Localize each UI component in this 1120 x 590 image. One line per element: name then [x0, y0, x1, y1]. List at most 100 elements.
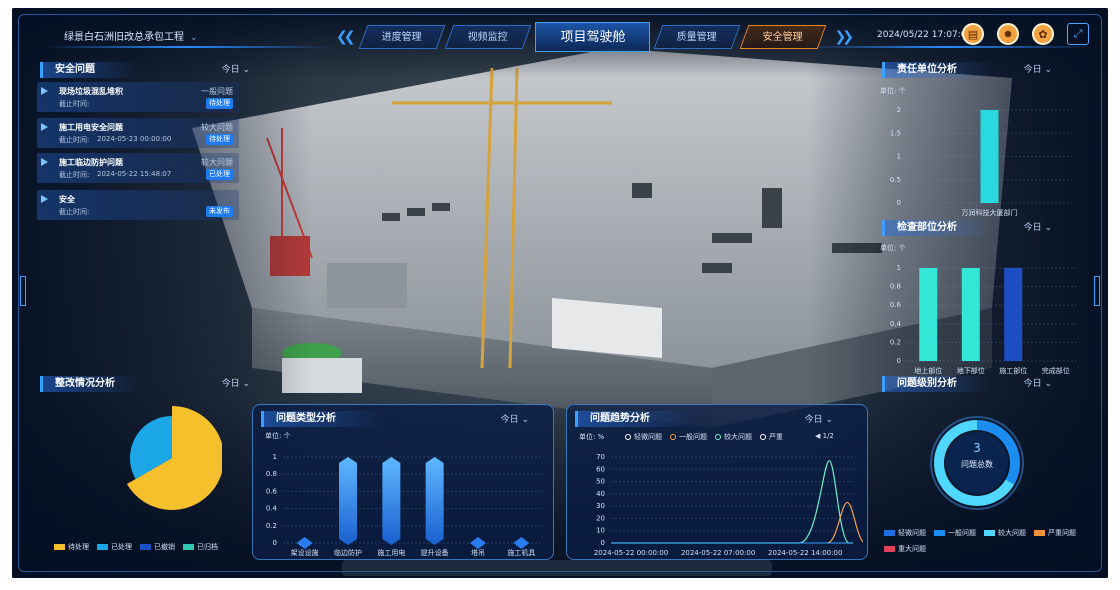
main-nav-tabs: ❮❮ 进度管理 视频监控 项目驾驶舱 质量管理 安全管理 ❯❯ — [328, 22, 858, 52]
issue-deadline-value: 2024-05-23 00:00:00 — [97, 135, 172, 143]
tab-video[interactable]: 视频监控 — [445, 25, 532, 49]
bar — [980, 110, 999, 203]
y-tick-label: 0.2 — [890, 338, 901, 346]
safety-issues-title: 安全问题 今日 ⌄ — [40, 62, 250, 78]
responsible-unit-bar-chart: 0 0.5 1 1.5 2 万润科技大厦部门 — [890, 106, 1072, 217]
y-tick-label: 1 — [897, 264, 901, 272]
legend-swatch — [934, 530, 945, 536]
legend-swatch — [760, 434, 766, 440]
y-tick-label: 0.8 — [890, 283, 901, 291]
issue-deadline-label: 截止时间: — [59, 171, 90, 179]
legend-item: 轻微问题 — [884, 528, 926, 538]
bar — [382, 457, 401, 545]
tab-safety[interactable]: 安全管理 — [740, 25, 827, 49]
x-tick-label: 2024-05-22 00:00:00 — [594, 549, 668, 557]
tab-quality[interactable]: 质量管理 — [654, 25, 741, 49]
gear-icon[interactable]: ✹ — [997, 23, 1019, 45]
x-tick-label: 施工用电 — [377, 548, 405, 557]
legend-item: 一般问题 — [934, 528, 976, 538]
issue-deadline-value: 2024-05-22 15:48:07 — [97, 170, 172, 178]
issue-status-badge: 待处理 — [206, 134, 233, 145]
x-tick-label: 架设设施 — [291, 548, 319, 557]
nav-prev-icon[interactable]: ❮❮ — [336, 29, 356, 45]
trend-analysis-filter[interactable]: 今日 ⌄ — [805, 412, 833, 425]
y-tick-label: 0 — [897, 199, 901, 207]
legend-item: 重大问题 — [884, 544, 926, 554]
legend-label: 已归档 — [197, 543, 218, 551]
x-tick-label: 2024-05-22 14:00:00 — [768, 549, 842, 557]
legend-swatch — [54, 544, 65, 550]
y-tick-label: 0.4 — [890, 320, 902, 328]
legend-label: 已处理 — [111, 543, 132, 551]
rectify-filter[interactable]: 今日 ⌄ — [222, 376, 250, 392]
y-tick-label: 0 — [601, 539, 605, 547]
safety-issue-item[interactable]: 安全 截止时间: 未发布 — [37, 190, 239, 220]
y-tick-label: 1 — [897, 153, 901, 161]
printer-icon[interactable]: ▤ — [962, 23, 984, 45]
tab-progress[interactable]: 进度管理 — [359, 25, 446, 49]
issue-level: 较大问题 — [201, 158, 233, 167]
level-analysis-filter[interactable]: 今日 ⌄ — [1024, 376, 1052, 392]
x-tick-label: 地上部位 — [914, 366, 942, 375]
issue-level: 一般问题 — [201, 87, 233, 96]
legend-label: 待处理 — [68, 543, 89, 551]
bar — [961, 268, 980, 361]
type-analysis-bar-chart: 0 0.2 0.4 0.6 0.8 1 架设设施 临边防护 施工用电 提升设备 塔吊 施工机具 — [266, 453, 543, 557]
y-tick-label: 1 — [273, 453, 277, 461]
legend-swatch — [97, 544, 108, 550]
level-legend: 轻微问题 一般问题 较大问题 严重问题 重大问题 — [884, 528, 1104, 554]
settings-icon[interactable]: ✿ — [1032, 23, 1054, 45]
y-tick-label: 0.8 — [266, 470, 277, 478]
issue-name: 施工用电安全问题 — [59, 123, 123, 132]
issue-deadline-label: 截止时间: — [59, 136, 90, 144]
issue-name: 安全 — [59, 195, 75, 204]
right-edge-handle[interactable] — [1094, 276, 1100, 306]
fullscreen-icon[interactable]: ⤢ — [1067, 23, 1089, 45]
nav-next-icon[interactable]: ❯❯ — [834, 29, 854, 45]
level-total-label: 问题总数 — [961, 460, 993, 469]
safety-issue-item[interactable]: 施工用电安全问题 较大问题 截止时间: 2024-05-23 00:00:00 待处理 — [37, 118, 239, 148]
bullet-icon — [41, 87, 48, 95]
header-left-line — [42, 46, 332, 48]
safety-issue-item[interactable]: 现场垃圾混乱堆积 一般问题 截止时间: 待处理 — [37, 82, 239, 112]
tab-cockpit[interactable]: 项目驾驶舱 — [535, 22, 651, 52]
y-tick-label: 0.6 — [890, 301, 902, 309]
type-analysis-filter[interactable]: 今日 ⌄ — [501, 412, 529, 425]
bar — [425, 457, 444, 545]
type-analysis-title: 问题类型分析 — [261, 411, 381, 427]
project-name: 绿景白石洲旧改总承包工程 — [64, 32, 184, 43]
trend-legend-pager[interactable]: ◀ 1/2 — [815, 432, 834, 440]
bar — [470, 537, 486, 549]
trend-line-chart: 0 10 20 30 40 50 60 70 2024-05-22 00:00:00 2024-0… — [594, 453, 863, 557]
rectify-pie-chart — [126, 406, 222, 510]
x-tick-label: 提升设备 — [421, 548, 449, 557]
bullet-icon — [41, 195, 48, 203]
legend-item: 已撤销 — [140, 542, 175, 552]
bullet-icon — [41, 158, 48, 166]
y-tick-label: 70 — [596, 453, 605, 461]
legend-label: 一般问题 — [948, 529, 976, 537]
inspect-part-filter[interactable]: 今日 ⌄ — [1024, 220, 1052, 236]
x-tick-label: 施工部位 — [999, 366, 1027, 375]
safety-issues-filter[interactable]: 今日 ⌄ — [222, 62, 250, 78]
y-tick-label: 50 — [596, 478, 605, 486]
bar — [513, 537, 530, 549]
left-edge-handle[interactable] — [20, 276, 26, 306]
y-tick-label: 0 — [273, 539, 277, 547]
safety-issue-item[interactable]: 施工临边防护问题 较大问题 截止时间: 2024-05-22 15:48:07 已处理 — [37, 153, 239, 183]
x-tick-label: 万润科技大厦部门 — [962, 208, 1018, 217]
scene-toolbar[interactable] — [342, 560, 772, 576]
current-datetime: 2024/05/22 17:07:09 — [877, 30, 973, 40]
legend-swatch — [984, 530, 995, 536]
x-tick-label: 临边防护 — [334, 548, 362, 557]
x-tick-label: 2024-05-22 07:00:00 — [681, 549, 755, 557]
responsible-unit-filter[interactable]: 今日 ⌄ — [1024, 62, 1052, 78]
issue-deadline-label: 截止时间: — [59, 100, 90, 108]
bar — [296, 537, 313, 549]
legend-label: 重大问题 — [898, 545, 926, 553]
type-analysis-card: 问题类型分析 今日 ⌄ 单位: 个 0 0.2 0.4 0.6 0.8 1 架设设施 临边防护… — [252, 404, 554, 560]
legend-item: 严重问题 — [1034, 528, 1076, 538]
y-tick-label: 10 — [596, 527, 605, 535]
project-selector[interactable]: 绿景白石洲旧改总承包工程 ⌄ — [64, 28, 198, 43]
y-tick-label: 0.4 — [266, 505, 278, 513]
